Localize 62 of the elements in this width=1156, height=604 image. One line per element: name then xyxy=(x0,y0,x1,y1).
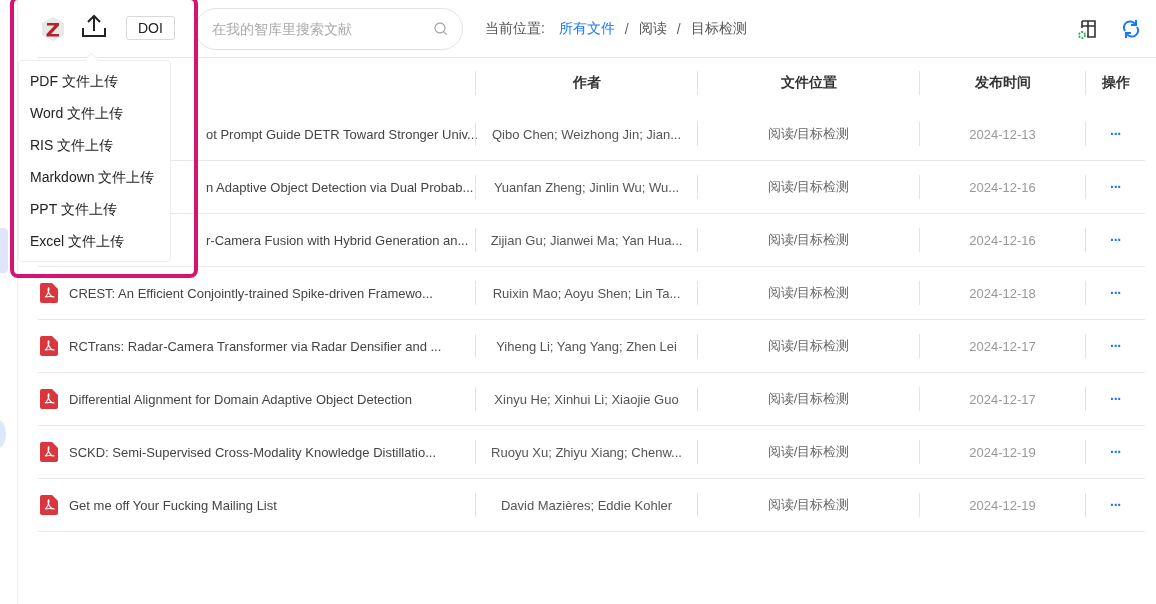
breadcrumb-link[interactable]: 目标检测 xyxy=(690,19,747,38)
more-actions-button[interactable]: ··· xyxy=(1110,126,1121,142)
file-title[interactable]: ot Prompt Guide DETR Toward Stronger Univ... xyxy=(206,126,478,142)
file-title[interactable]: CREST: An Efficient Conjointly-trained Spike-driven Framewo... xyxy=(69,285,433,301)
file-location: 阅读/目标检测 xyxy=(767,390,850,408)
file-title[interactable]: r-Camera Fusion with Hybrid Generation an... xyxy=(206,232,469,248)
publish-date: 2024-12-17 xyxy=(969,338,1036,354)
upload-menu-item[interactable]: Word 文件上传 xyxy=(19,97,170,129)
doi-button[interactable]: DOI xyxy=(126,15,175,40)
upload-menu-item[interactable]: RIS 文件上传 xyxy=(19,129,170,161)
file-location: 阅读/目标检测 xyxy=(767,284,850,302)
author-list: Zijian Gu; Jianwei Ma; Yan Hua... xyxy=(490,232,683,248)
upload-menu-item[interactable]: Markdown 文件上传 xyxy=(19,161,170,193)
author-list: David Mazières; Eddie Kohler xyxy=(500,497,673,513)
column-header: 操作 xyxy=(1101,74,1130,92)
file-title[interactable]: RCTrans: Radar-Camera Transformer via Radar Densifier and ... xyxy=(69,338,442,354)
breadcrumb-separator: / xyxy=(624,20,629,37)
file-location: 阅读/目标检测 xyxy=(767,125,850,143)
more-actions-button[interactable]: ··· xyxy=(1110,285,1121,301)
file-location: 阅读/目标检测 xyxy=(767,178,850,196)
refresh-icon[interactable] xyxy=(1121,18,1141,39)
more-actions-button[interactable]: ··· xyxy=(1110,338,1121,354)
author-list: Ruixin Mao; Aoyu Shen; Lin Ta... xyxy=(492,285,681,301)
table-settings-icon[interactable] xyxy=(1077,17,1099,40)
author-list: Qibo Chen; Weizhong Jin; Jian... xyxy=(491,126,682,142)
author-list: Yuanfan Zheng; Jinlin Wu; Wu... xyxy=(493,179,680,195)
upload-menu-item[interactable]: PDF 文件上传 xyxy=(19,65,170,97)
file-location: 阅读/目标检测 xyxy=(767,496,850,514)
file-location: 阅读/目标检测 xyxy=(767,337,850,355)
upload-menu-item[interactable]: PPT 文件上传 xyxy=(19,193,170,225)
publish-date: 2024-12-19 xyxy=(969,444,1036,460)
breadcrumb-link[interactable]: 阅读 xyxy=(638,19,667,38)
publish-date: 2024-12-16 xyxy=(969,232,1036,248)
publish-date: 2024-12-17 xyxy=(969,391,1036,407)
upload-icon[interactable] xyxy=(81,13,107,38)
breadcrumb-separator: / xyxy=(676,20,681,37)
publish-date: 2024-12-18 xyxy=(969,285,1036,301)
column-header: 发布时间 xyxy=(974,74,1031,92)
more-actions-button[interactable]: ··· xyxy=(1110,391,1121,407)
publish-date: 2024-12-13 xyxy=(969,126,1036,142)
breadcrumb-label: 当前位置: xyxy=(484,19,545,38)
more-actions-button[interactable]: ··· xyxy=(1110,179,1121,195)
column-header: 作者 xyxy=(572,74,601,92)
upload-menu-item[interactable]: Excel 文件上传 xyxy=(19,225,170,257)
file-title[interactable]: SCKD: Semi-Supervised Cross-Modality Knowledge Distillatio... xyxy=(69,444,437,460)
publish-date: 2024-12-19 xyxy=(969,497,1036,513)
breadcrumb-link[interactable]: 所有文件 xyxy=(558,19,615,38)
more-actions-button[interactable]: ··· xyxy=(1110,444,1121,460)
more-actions-button[interactable]: ··· xyxy=(1110,232,1121,248)
author-list: Yiheng Li; Yang Yang; Zhen Lei xyxy=(496,338,677,354)
file-title[interactable]: Differential Alignment for Domain Adaptive Object Detection xyxy=(69,391,412,407)
author-list: Xinyu He; Xinhui Li; Xiaojie Guo xyxy=(494,391,679,407)
logo-icon[interactable] xyxy=(41,15,65,42)
file-title[interactable]: Get me off Your Fucking Mailing List xyxy=(69,497,277,513)
publish-date: 2024-12-16 xyxy=(969,179,1036,195)
sidebar-highlight xyxy=(0,228,8,273)
column-header: 文件位置 xyxy=(780,74,837,92)
file-location: 阅读/目标检测 xyxy=(767,231,850,249)
file-location: 阅读/目标检测 xyxy=(767,443,850,461)
more-actions-button[interactable]: ··· xyxy=(1110,497,1121,513)
author-list: Ruoyu Xu; Zhiyu Xiang; Chenw... xyxy=(491,444,682,460)
file-title[interactable]: n Adaptive Object Detection via Dual Probab... xyxy=(206,179,474,195)
